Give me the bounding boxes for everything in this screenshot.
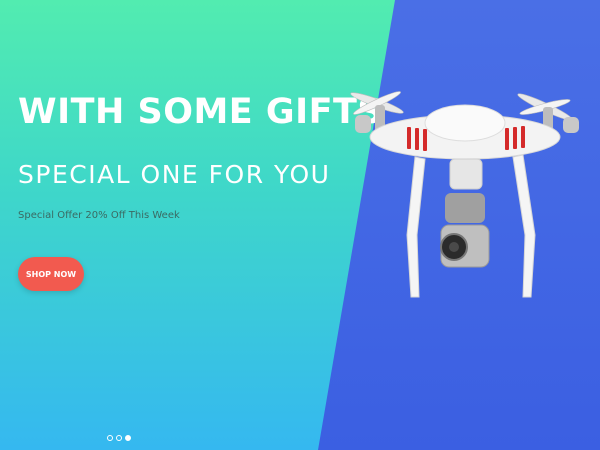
landing-leg-left — [406, 156, 426, 298]
carousel-dot-2[interactable] — [116, 435, 122, 441]
shop-now-button[interactable]: SHOP NOW — [18, 257, 84, 291]
gimbal — [445, 193, 485, 223]
hero-subheadline: SPECIAL ONE FOR YOU — [18, 160, 331, 189]
carousel-dot-3[interactable] — [125, 435, 131, 441]
offer-text: Special Offer 20% Off This Week — [18, 210, 180, 221]
carousel-dot-1[interactable] — [107, 435, 113, 441]
carousel-dots — [107, 435, 131, 441]
gimbal-mount — [449, 158, 483, 190]
landing-leg-right — [512, 154, 536, 298]
hero-headline: WITH SOME GIFTS — [18, 92, 384, 132]
drone-image — [350, 91, 579, 298]
hero-banner: WITH SOME GIFTS SPECIAL ONE FOR YOU Spec… — [0, 0, 600, 450]
